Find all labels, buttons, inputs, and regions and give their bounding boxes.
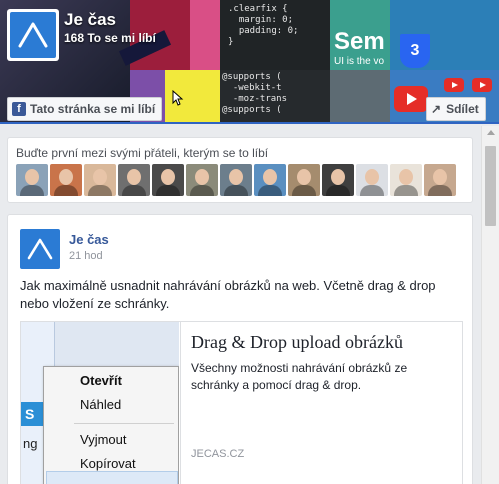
je-cas-logo-icon xyxy=(27,238,53,260)
like-page-button[interactable]: f Tato stránka se mi líbí xyxy=(7,97,163,121)
friend-avatar-head xyxy=(59,169,73,185)
friend-avatar-head xyxy=(297,169,311,185)
context-menu-highlight xyxy=(46,471,178,484)
context-menu-preview: Náhled xyxy=(80,397,122,412)
css3-icon: 3 xyxy=(400,34,430,68)
page-name[interactable]: Je čas xyxy=(64,10,116,30)
friend-avatar-body xyxy=(156,185,180,196)
friend-avatar-head xyxy=(161,169,175,185)
friend-avatar-body xyxy=(292,185,316,196)
link-description: Všechny možnosti nahrávání obrázků ze sc… xyxy=(191,361,408,392)
link-preview-thumbnail: S ng Otevřít Náhled Vyjmout Kopírovat xyxy=(21,322,179,484)
friend-avatar-head xyxy=(331,169,345,185)
friend-avatar[interactable] xyxy=(390,164,422,196)
context-menu-open: Otevřít xyxy=(80,373,122,388)
share-button[interactable]: ↗ Sdílet xyxy=(426,97,486,121)
cover-sem-subtext: UI is the vo xyxy=(334,56,385,67)
youtube-icon xyxy=(444,78,464,92)
friend-avatar-body xyxy=(394,185,418,196)
page-likes-count: 168 To se mi líbí xyxy=(64,31,156,45)
post-timestamp[interactable]: 21 hod xyxy=(69,250,103,262)
friend-avatar-body xyxy=(224,185,248,196)
friend-avatar[interactable] xyxy=(50,164,82,196)
friend-avatar-head xyxy=(399,169,413,185)
friends-avatars xyxy=(16,164,456,196)
friend-avatar[interactable] xyxy=(186,164,218,196)
post-text: Jak maximálně usnadnit nahrávání obrázků… xyxy=(20,278,436,311)
friend-avatar-body xyxy=(428,185,452,196)
friend-avatar[interactable] xyxy=(424,164,456,196)
friends-title: Buďte první mezi svými přáteli, kterým s… xyxy=(16,146,269,160)
like-page-label: Tato stránka se mi líbí xyxy=(30,102,156,116)
link-title[interactable]: Drag & Drop upload obrázků xyxy=(191,332,403,353)
friend-avatar[interactable] xyxy=(16,164,48,196)
friend-avatar[interactable] xyxy=(152,164,184,196)
context-menu-separator xyxy=(74,423,174,424)
link-preview-info[interactable]: Drag & Drop upload obrázků Všechny možno… xyxy=(180,322,463,484)
friend-avatar[interactable] xyxy=(254,164,286,196)
friend-avatar[interactable] xyxy=(288,164,320,196)
cover-tile xyxy=(330,70,390,124)
page-avatar[interactable] xyxy=(7,9,59,61)
friend-avatar-body xyxy=(326,185,350,196)
friend-avatar-head xyxy=(433,169,447,185)
post-author-name[interactable]: Je čas xyxy=(69,232,109,247)
cover-sem-text: Sem xyxy=(334,28,385,55)
cover-code-snippet: .clearfix { margin: 0; padding: 0; } xyxy=(228,4,299,47)
share-arrow-icon: ↗ xyxy=(431,102,442,116)
friend-avatar-head xyxy=(127,169,141,185)
friend-avatar-body xyxy=(190,185,214,196)
friend-avatar-body xyxy=(20,185,44,196)
vertical-scrollbar[interactable] xyxy=(481,126,499,484)
friends-like-box: Buďte první mezi svými přáteli, kterým s… xyxy=(7,137,473,203)
scrollbar-thumb[interactable] xyxy=(485,146,496,226)
friend-avatar[interactable] xyxy=(118,164,150,196)
youtube-icon xyxy=(394,86,428,112)
cover-code-snippet: @supports ( -webkit-t -moz-trans @suppor… xyxy=(222,72,288,115)
je-cas-logo-icon xyxy=(18,22,48,48)
link-preview-card[interactable]: S ng Otevřít Náhled Vyjmout Kopírovat Dr… xyxy=(20,321,463,484)
friend-avatar-head xyxy=(263,169,277,185)
scroll-up-arrow-icon[interactable] xyxy=(487,130,495,135)
friend-avatar-head xyxy=(365,169,379,185)
thumbnail-side-text: ng xyxy=(23,436,38,451)
friend-avatar-body xyxy=(360,185,384,196)
friend-avatar[interactable] xyxy=(356,164,388,196)
thumbnail-context-menu: Otevřít Náhled Vyjmout Kopírovat xyxy=(43,366,179,484)
context-menu-cut: Vyjmout xyxy=(80,432,127,447)
friend-avatar[interactable] xyxy=(84,164,116,196)
friend-avatar-head xyxy=(93,169,107,185)
friend-avatar-body xyxy=(88,185,112,196)
friend-avatar-body xyxy=(258,185,282,196)
friend-avatar-body xyxy=(122,185,146,196)
friend-avatar[interactable] xyxy=(220,164,252,196)
cover-bottom-stripe xyxy=(0,122,499,124)
post-author-avatar[interactable] xyxy=(20,229,60,269)
mouse-cursor-icon xyxy=(172,90,184,106)
share-label: Sdílet xyxy=(446,102,479,116)
context-menu-copy: Kopírovat xyxy=(80,456,136,471)
post-card: Je čas 21 hod Jak maximálně usnadnit nah… xyxy=(7,214,473,484)
link-domain: JECAS.CZ xyxy=(191,448,245,460)
friend-avatar-head xyxy=(229,169,243,185)
friend-avatar-head xyxy=(25,169,39,185)
friend-avatar-head xyxy=(195,169,209,185)
friend-avatar[interactable] xyxy=(322,164,354,196)
facebook-f-icon: f xyxy=(12,102,26,116)
friend-avatar-body xyxy=(54,185,78,196)
youtube-icon xyxy=(472,78,492,92)
